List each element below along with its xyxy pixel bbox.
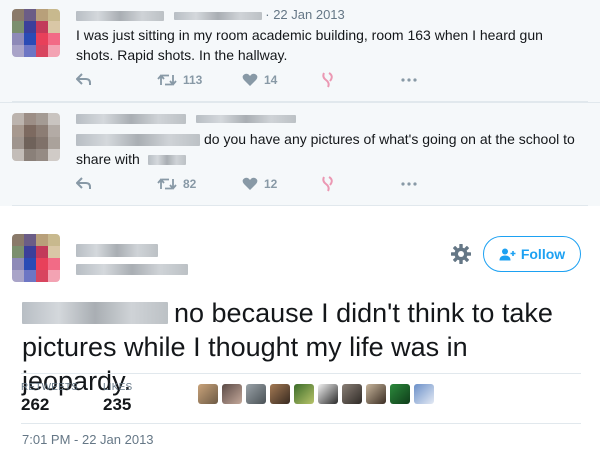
retweet-button[interactable]: 82 (157, 177, 242, 191)
like-count: 14 (264, 73, 278, 87)
tweet-text-line1: do you have any pictures of what's going… (204, 131, 575, 147)
liker-avatar[interactable] (390, 384, 410, 404)
retweet-icon (157, 178, 177, 190)
retweets-stat[interactable]: RETWEETS 262 (21, 382, 78, 415)
tweet-stats: RETWEETS 262 LIKES 235 (21, 373, 581, 424)
more-icon (401, 182, 417, 186)
tweet-timestamp[interactable]: 7:01 PM - 22 Jan 2013 (22, 432, 154, 447)
like-count: 12 (264, 177, 278, 191)
liker-avatar[interactable] (270, 384, 290, 404)
add-user-icon (499, 248, 516, 260)
tweet-header: · 22 Jan 2013 (76, 7, 345, 22)
context-tweet-1[interactable]: · 22 Jan 2013 I was just sitting in my r… (0, 0, 600, 102)
reply-button[interactable] (76, 177, 157, 191)
liker-avatar[interactable] (366, 384, 386, 404)
likes-value: 235 (103, 395, 132, 414)
retweet-count: 82 (183, 177, 197, 191)
likes-label: LIKES (103, 382, 133, 393)
retweet-count: 113 (183, 73, 203, 87)
heart-icon (242, 73, 258, 86)
likes-stat[interactable]: LIKES 235 (103, 382, 132, 415)
liker-avatars (198, 384, 438, 404)
liker-avatar[interactable] (222, 384, 242, 404)
main-tweet-line1: no because I didn't think to take (174, 298, 553, 328)
avatar[interactable] (12, 9, 60, 57)
redacted-mention (147, 155, 186, 166)
follow-button[interactable]: Follow (483, 236, 581, 272)
tweet-header (76, 110, 296, 125)
moments-icon (322, 72, 333, 88)
tweet-date[interactable]: · 22 Jan 2013 (265, 7, 345, 22)
redacted-handle (195, 114, 296, 123)
like-button[interactable]: 12 (242, 177, 321, 191)
moments-icon (322, 176, 333, 192)
redacted-display-name[interactable] (76, 244, 158, 257)
avatar[interactable] (12, 113, 60, 161)
redacted-mention (76, 134, 200, 147)
tweet-actions: 113 14 (76, 72, 417, 88)
liker-avatar[interactable] (414, 384, 434, 404)
liker-avatar[interactable] (246, 384, 266, 404)
reply-icon (76, 73, 91, 85)
retweets-value: 262 (21, 395, 50, 414)
retweet-icon (157, 74, 177, 86)
more-button[interactable] (401, 182, 417, 186)
liker-avatar[interactable] (198, 384, 218, 404)
redacted-handle (173, 11, 262, 20)
retweets-label: RETWEETS (21, 382, 79, 393)
tweet-text-line2: share with (76, 151, 140, 167)
redacted-mention (22, 302, 168, 324)
redacted-display-name (76, 10, 164, 21)
more-icon (401, 78, 417, 82)
follow-label: Follow (520, 246, 566, 262)
moments-button[interactable] (321, 176, 401, 192)
more-button[interactable] (401, 78, 417, 82)
liker-avatar[interactable] (342, 384, 362, 404)
retweet-button[interactable]: 113 (157, 73, 242, 87)
tweet-text: I was just sitting in my room academic b… (76, 27, 543, 63)
redacted-handle[interactable] (76, 264, 188, 275)
reply-button[interactable] (76, 73, 157, 87)
redacted-display-name (76, 113, 186, 124)
heart-icon (242, 177, 258, 190)
context-tweet-2[interactable]: do you have any pictures of what's going… (0, 102, 600, 206)
reply-icon (76, 177, 91, 189)
moments-button[interactable] (321, 72, 401, 88)
liker-avatar[interactable] (294, 384, 314, 404)
avatar[interactable] (12, 234, 60, 282)
gear-icon[interactable] (450, 243, 472, 265)
tweet-actions: 82 12 (76, 176, 417, 192)
liker-avatar[interactable] (318, 384, 338, 404)
like-button[interactable]: 14 (242, 73, 321, 87)
tweet-text: do you have any pictures of what's going… (76, 129, 586, 169)
